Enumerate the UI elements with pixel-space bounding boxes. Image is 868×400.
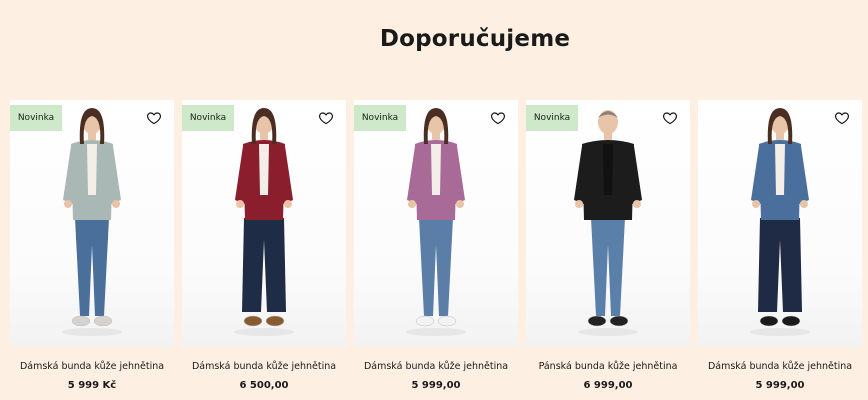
heart-outline-icon[interactable] [834,110,850,126]
product-price: 5 999,00 [411,380,461,391]
heart-outline-icon[interactable] [662,110,678,126]
product-card[interactable]: Novinka Dámská bunda kůže jehnětina 6 50… [182,100,346,400]
new-badge: Novinka [182,105,234,131]
heart-outline-icon[interactable] [146,110,162,126]
section-title: Doporučujeme [379,26,571,52]
product-name[interactable]: Dámská bunda kůže jehnětina [354,361,518,372]
new-badge: Novinka [354,105,406,131]
heart-outline-icon[interactable] [490,110,506,126]
product-price: 5 999 Kč [67,380,117,391]
product-image[interactable]: Novinka [526,100,690,347]
product-card[interactable]: Novinka Dámská bunda kůže jehnětina 5 99… [10,100,174,400]
product-image[interactable]: Novinka [182,100,346,347]
product-name[interactable]: Dámská bunda kůže jehnětina [182,361,346,372]
model-figure [406,108,466,336]
new-badge: Novinka [10,105,62,131]
product-name[interactable]: Pánská bunda kůže jehnětina [526,361,690,372]
model-figure [750,108,810,336]
product-name[interactable]: Dámská bunda kůže jehnětina [698,361,862,372]
model-figure [62,108,122,336]
model-figure [234,108,294,336]
product-price: 6 500,00 [239,380,289,391]
product-card[interactable]: Novinka Dámská bunda kůže jehnětina 5 99… [354,100,518,400]
product-carousel: Novinka Dámská bunda kůže jehnětina 5 99… [10,100,868,400]
new-badge: Novinka [526,105,578,131]
product-image[interactable] [698,100,862,347]
product-card[interactable]: Novinka Pánská bunda kůže jehnětina 6 99… [526,100,690,400]
product-image[interactable]: Novinka [354,100,518,347]
product-price: 6 999,00 [583,380,633,391]
product-image[interactable]: Novinka [10,100,174,347]
model-figure [574,110,642,336]
product-price: 5 999,00 [755,380,805,391]
product-card[interactable]: Dámská bunda kůže jehnětina 5 999,00 [698,100,862,400]
product-name[interactable]: Dámská bunda kůže jehnětina [10,361,174,372]
heart-outline-icon[interactable] [318,110,334,126]
